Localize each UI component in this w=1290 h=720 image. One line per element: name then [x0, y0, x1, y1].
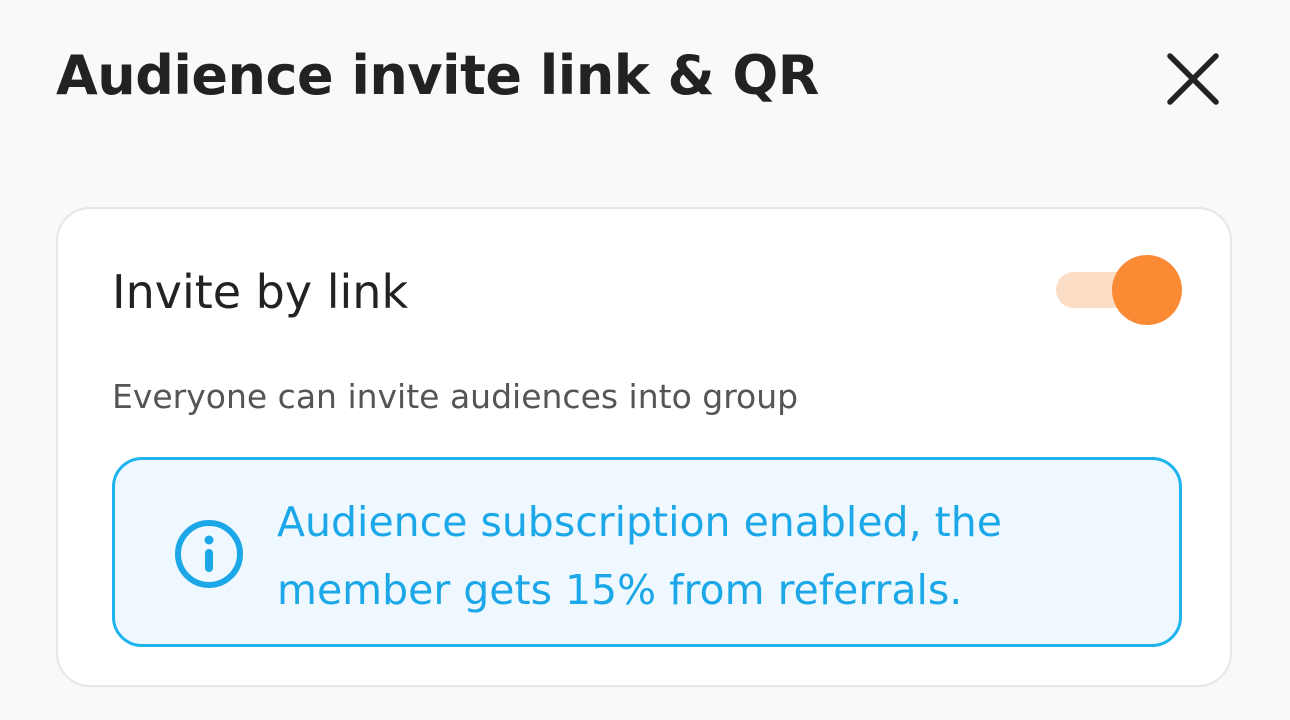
page-title: Audience invite link & QR: [56, 44, 819, 107]
info-icon: [173, 518, 245, 590]
invite-by-link-card: Invite by link Everyone can invite audie…: [56, 207, 1232, 687]
invite-by-link-title: Invite by link: [112, 265, 409, 319]
invite-description: Everyone can invite audiences into group: [112, 377, 799, 416]
info-text: Audience subscription enabled, the membe…: [277, 498, 1002, 614]
toggle-thumb[interactable]: [1112, 255, 1182, 325]
close-button[interactable]: [1160, 46, 1226, 112]
invite-by-link-toggle[interactable]: [1056, 255, 1182, 325]
info-banner: Audience subscription enabled, the membe…: [112, 457, 1182, 647]
close-icon: [1167, 53, 1219, 105]
